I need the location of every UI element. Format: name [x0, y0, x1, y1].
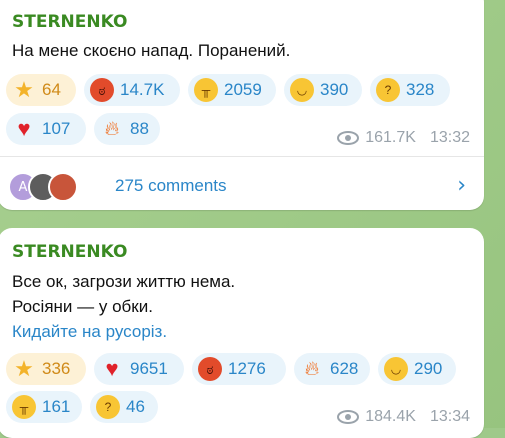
reaction-count: 628	[330, 359, 359, 378]
grinning-face-icon: ◡	[290, 78, 314, 102]
fire-icon: 🔥︎	[304, 358, 320, 380]
message-text-line: Все ок, загрози життю нема.	[12, 272, 236, 291]
reaction-chip[interactable]: ? 46	[90, 391, 158, 423]
reaction-count: 14.7K	[120, 80, 165, 99]
grinning-face-icon: ◡	[384, 357, 408, 381]
chevron-right-icon[interactable]: ›	[457, 173, 466, 198]
reaction-chip[interactable]: ♥ 107	[6, 113, 86, 145]
sender-name[interactable]: STERNENKO	[12, 242, 127, 262]
commenter-avatars: A	[8, 172, 78, 202]
angry-face-icon: ಠ	[90, 78, 114, 102]
reaction-count: 328	[406, 80, 435, 99]
eye-icon	[337, 131, 360, 145]
reaction-chip[interactable]: ? 328	[370, 74, 450, 106]
sender-name[interactable]: STERNENKO	[12, 12, 127, 32]
star-icon: ★	[14, 356, 34, 381]
crying-face-icon: ╥	[12, 395, 36, 419]
crying-face-icon: ╥	[194, 78, 218, 102]
reaction-count: 161	[42, 397, 71, 416]
comments-divider	[0, 156, 484, 157]
comments-link[interactable]: 275 comments	[115, 176, 227, 196]
eye-icon	[337, 410, 360, 424]
reaction-chip[interactable]: ★ 336	[6, 353, 86, 385]
reaction-count: 46	[126, 397, 145, 416]
reaction-count: 107	[42, 119, 71, 138]
reaction-count: 2059	[224, 80, 262, 99]
thinking-face-icon: ?	[376, 78, 400, 102]
message-meta: 161.7K 13:32	[337, 129, 470, 147]
star-icon: ★	[14, 77, 34, 102]
view-count: 184.4K	[365, 408, 416, 425]
view-count: 161.7K	[365, 129, 416, 146]
reaction-count: 64	[42, 80, 61, 99]
message-time: 13:32	[429, 129, 470, 146]
message-text-line: Росіяни — у обки.	[12, 297, 153, 316]
angry-face-icon: ಠ	[198, 357, 222, 381]
reaction-count: 1276	[228, 359, 266, 378]
reaction-count: 290	[414, 359, 443, 378]
reaction-chip[interactable]: ◡ 290	[378, 353, 456, 385]
reaction-chip[interactable]: 🔥︎ 88	[94, 113, 160, 145]
reaction-chip[interactable]: ★ 64	[6, 74, 76, 106]
message-bubble[interactable]: STERNENKO Все ок, загрози життю нема. Ро…	[0, 228, 484, 438]
reaction-chip[interactable]: ◡ 390	[284, 74, 362, 106]
reaction-chip[interactable]: ╥ 161	[6, 391, 82, 423]
reaction-chip[interactable]: ♥ 9651	[94, 353, 184, 385]
reaction-chip[interactable]: ╥ 2059	[188, 74, 276, 106]
fire-icon: 🔥︎	[104, 118, 120, 140]
message-time: 13:34	[429, 408, 470, 425]
reaction-chip[interactable]: ಠ 1276	[192, 353, 286, 385]
avatar	[48, 172, 78, 202]
reaction-count: 9651	[130, 359, 168, 378]
red-heart-icon: ♥	[17, 116, 31, 141]
reaction-chip[interactable]: ಠ 14.7K	[84, 74, 180, 106]
reaction-count: 336	[42, 359, 71, 378]
reaction-count: 88	[130, 119, 149, 138]
message-link[interactable]: Кидайте на русоріз.	[12, 322, 167, 342]
message-bubble[interactable]: STERNENKO На мене скоєно напад. Поранени…	[0, 0, 484, 210]
message-meta: 184.4K 13:34	[337, 408, 470, 426]
reaction-chip[interactable]: 🔥︎ 628	[294, 353, 370, 385]
message-text: На мене скоєно напад. Поранений.	[12, 41, 291, 60]
thinking-face-icon: ?	[96, 395, 120, 419]
reaction-count: 390	[320, 80, 349, 99]
red-heart-icon: ♥	[105, 356, 119, 381]
